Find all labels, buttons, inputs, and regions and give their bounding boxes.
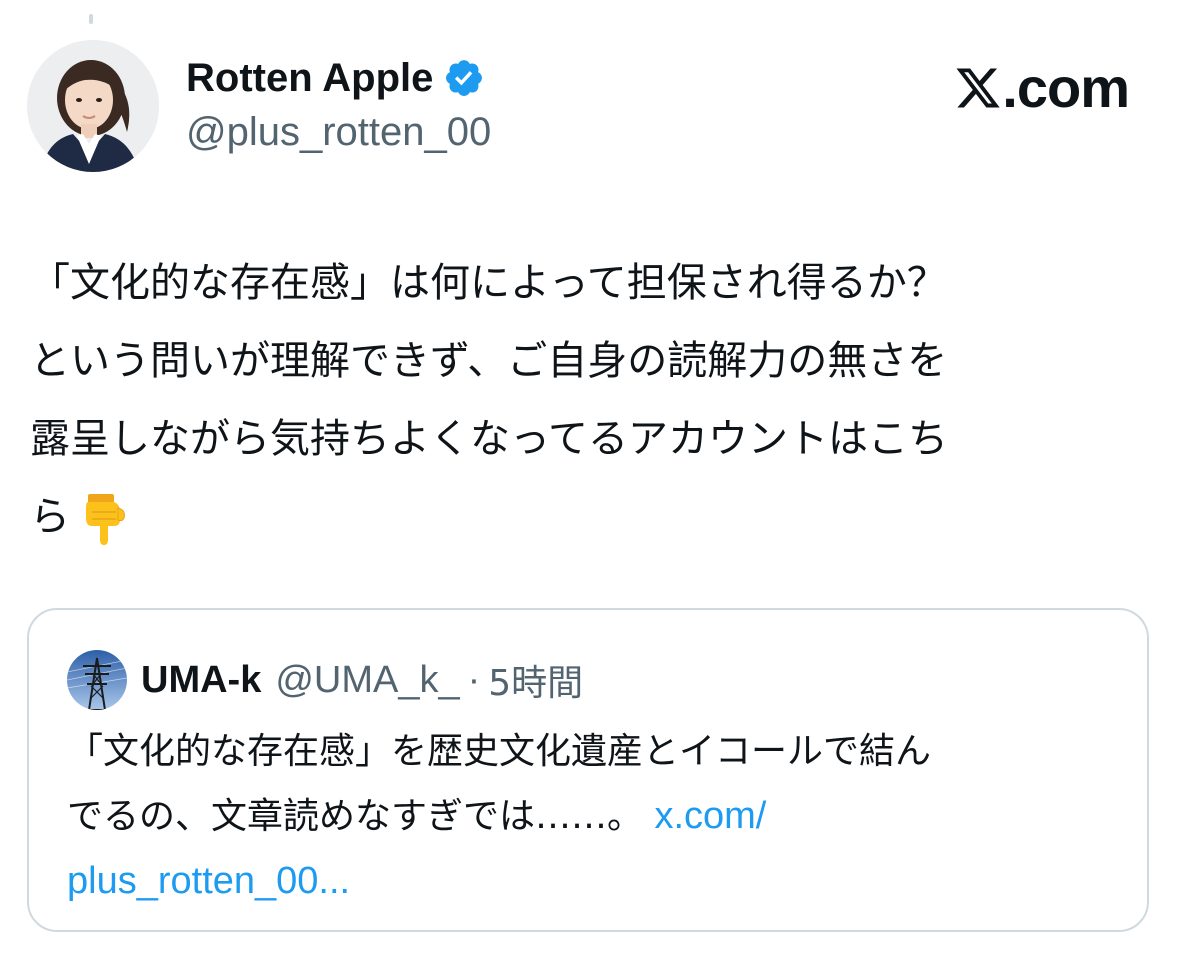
verified-badge-icon	[443, 57, 485, 99]
brand-watermark: .com	[954, 56, 1130, 119]
quoted-tweet-body: 「文化的な存在感」を歴史文化遺産とイコールで結ん でるの、文章読めなすぎでは………	[67, 731, 932, 837]
quoted-tweet-card[interactable]: UMA-k @UMA_k_ · 5時間 「文化的な存在感」を歴史文化遺産とイコー…	[27, 608, 1149, 932]
quoted-author-name[interactable]: UMA-k	[141, 659, 261, 702]
author-name[interactable]: Rotten Apple	[186, 52, 433, 104]
quoted-link-part2[interactable]: plus_rotten_00...	[67, 860, 350, 902]
author-name-row[interactable]: Rotten Apple	[186, 52, 485, 104]
brand-text: .com	[1002, 56, 1130, 119]
power-tower-avatar-icon[interactable]	[67, 650, 127, 710]
quoted-timestamp[interactable]: 5時間	[488, 654, 583, 706]
quoted-author-handle[interactable]: @UMA_k_	[275, 659, 459, 702]
tweet-screenshot: Rotten Apple @plus_rotten_00 .com 「文化的な存…	[0, 0, 1179, 967]
tweet-body: 「文化的な存在感」は何によって担保され得るか？ という問いが理解できず、ご自身の…	[30, 260, 948, 540]
pointing-down-hand-icon	[82, 492, 128, 546]
quoted-link-part1[interactable]: x.com/	[654, 795, 766, 837]
x-logo-icon	[954, 64, 1002, 112]
separator-dot: ·	[467, 658, 481, 701]
quoted-tweet-text: 「文化的な存在感」を歴史文化遺産とイコールで結ん でるの、文章読めなすぎでは………	[67, 720, 1117, 914]
quoted-tweet-header: UMA-k @UMA_k_ · 5時間	[67, 650, 583, 710]
author-handle[interactable]: @plus_rotten_00	[186, 106, 491, 158]
author-avatar[interactable]	[27, 40, 159, 172]
tweet-text: 「文化的な存在感」は何によって担保され得るか？ という問いが理解できず、ご自身の…	[30, 244, 1140, 556]
author-avatar-image	[27, 40, 159, 172]
status-indicator	[89, 14, 93, 24]
